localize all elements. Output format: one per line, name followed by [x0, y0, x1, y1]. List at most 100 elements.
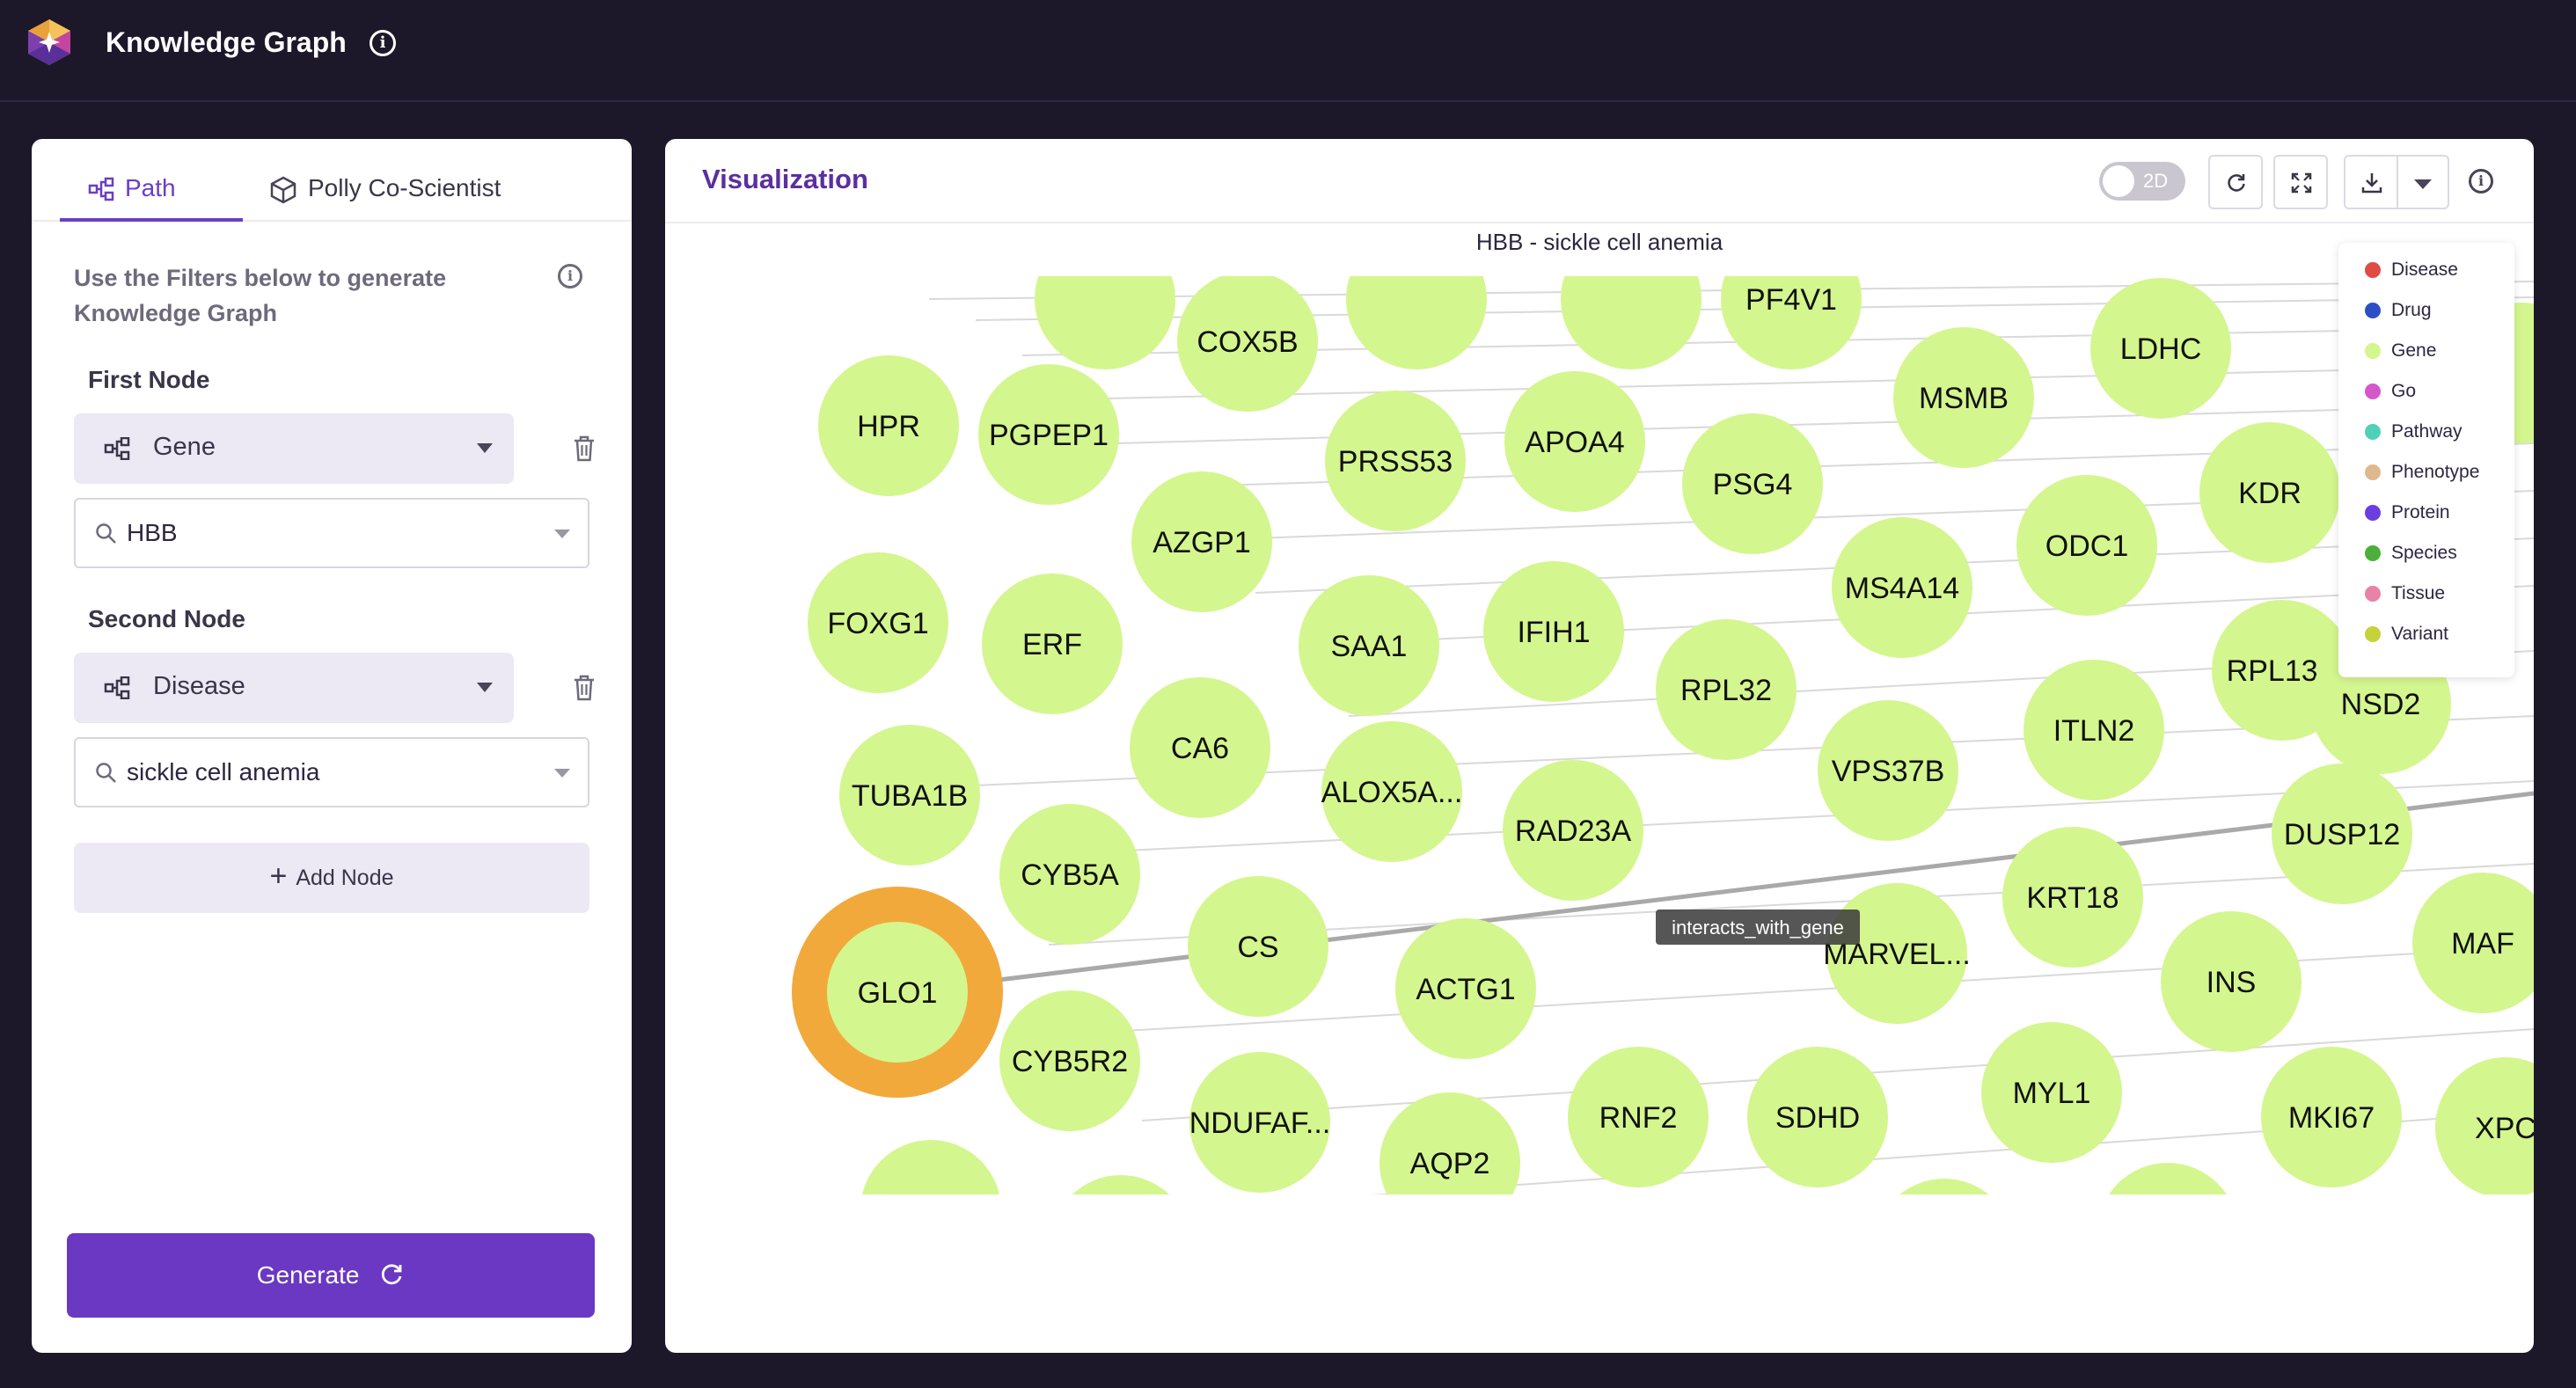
legend-label: Phenotype	[2391, 462, 2480, 482]
graph-canvas[interactable]: COX5B PF4V1 LDHC HPR PGPEP1 PRSS53 APOA4 PSG4 MS…	[665, 223, 2534, 1353]
dimension-toggle[interactable]: 2D	[2099, 162, 2185, 201]
legend-color-dot	[2365, 384, 2381, 399]
graph-node-eef1a1[interactable]: EEF1A1	[1050, 1175, 1191, 1316]
graph-node-ca6[interactable]: CA6	[1130, 677, 1270, 818]
graph-node-sdhd[interactable]: SDHD	[1747, 1047, 1888, 1187]
legend-item-drug[interactable]: Drug	[2365, 297, 2432, 324]
graph-node-label: EXA2	[1322, 1282, 1399, 1316]
graph-node-aqp2[interactable]: AQP2	[1379, 1092, 1520, 1233]
download-split-button[interactable]	[2344, 155, 2449, 209]
tab-path[interactable]: Path	[60, 174, 243, 222]
first-node-search-input[interactable]: HBB	[74, 498, 589, 568]
graph-node-alox5a[interactable]: ALOX5A...	[1321, 721, 1463, 862]
legend-item-tissue[interactable]: Tissue	[2365, 581, 2445, 607]
graph-node-glo1[interactable]: GLO1	[792, 887, 1003, 1098]
graph-node-cyb5r2[interactable]: CYB5R2	[999, 990, 1140, 1131]
legend-item-pathway[interactable]: Pathway	[2365, 419, 2463, 445]
graph-node-ins[interactable]: INS	[2161, 911, 2302, 1052]
legend-item-variant[interactable]: Variant	[2365, 621, 2448, 647]
node-type-icon	[104, 437, 130, 460]
graph-node-pf4v1[interactable]: PF4V1	[1721, 229, 1862, 369]
graph-node-nkg7[interactable]: NKG7	[2097, 1163, 2238, 1304]
graph-node-vps37b[interactable]: VPS37B	[1818, 700, 1958, 841]
graph-node-prss53[interactable]: PRSS53	[1325, 391, 1466, 531]
graph-node-maf[interactable]: MAF	[2412, 873, 2534, 1013]
chevron-down-icon[interactable]	[2414, 179, 2432, 189]
graph-node-rpl32[interactable]: RPL32	[1656, 619, 1797, 760]
legend-item-protein[interactable]: Protein	[2365, 500, 2450, 526]
legend-item-go[interactable]: Go	[2365, 378, 2416, 405]
graph-node-myl1[interactable]: MYL1	[1981, 1022, 2122, 1163]
graph-node-ms4a14[interactable]: MS4A14	[1832, 517, 1972, 658]
graph-node-krt18[interactable]: KRT18	[2002, 827, 2143, 968]
graph-node-hpr[interactable]: HPR	[818, 355, 959, 496]
legend-item-disease[interactable]: Disease	[2365, 257, 2458, 283]
plus-icon: +	[269, 859, 288, 894]
graph-node-cox5b[interactable]: COX5B	[1177, 271, 1318, 412]
graph-node-tuba1b[interactable]: TUBA1B	[839, 725, 980, 866]
graph-node-rad23a[interactable]: RAD23A	[1503, 760, 1643, 901]
graph-node-marvel[interactable]: MARVEL...	[1823, 883, 1971, 1024]
graph-node-msmb[interactable]: MSMB	[1893, 327, 2034, 468]
graph-node-mki67[interactable]: MKI67	[2261, 1047, 2402, 1187]
path-network-icon	[88, 177, 114, 201]
graph-node-actg1[interactable]: ACTG1	[1395, 918, 1536, 1059]
trash-icon[interactable]	[572, 435, 596, 463]
graph-node-circle	[1899, 1179, 1989, 1194]
graph-node-ldhc[interactable]: LDHC	[2090, 278, 2231, 419]
graph-node-label: VPS37B	[1832, 755, 1945, 788]
graph-node-hook2[interactable]: HOOK2	[1511, 1219, 1652, 1353]
cube-icon	[270, 176, 296, 204]
graph-node-ifih1[interactable]: IFIH1	[1483, 561, 1624, 702]
download-icon[interactable]	[2360, 171, 2384, 195]
graph-node[interactable]	[1561, 229, 1701, 369]
graph-node-cs[interactable]: CS	[1188, 876, 1328, 1017]
node-type-icon	[104, 676, 130, 699]
graph-node-circle	[1290, 1228, 1431, 1353]
info-circle-icon[interactable]: i	[2469, 169, 2493, 194]
legend-label: Disease	[2391, 259, 2458, 280]
first-node-type-select[interactable]: Gene	[74, 413, 514, 484]
graph-node[interactable]	[1346, 229, 1487, 369]
add-node-button[interactable]: + Add Node	[74, 843, 589, 913]
graph-node-dusp12[interactable]: DUSP12	[2272, 763, 2412, 904]
graph-node-azgp1[interactable]: AZGP1	[1131, 471, 1272, 612]
graph-node-idua[interactable]: IDUA	[2282, 1226, 2423, 1353]
legend-item-gene[interactable]: Gene	[2365, 338, 2436, 364]
graph-node-exa2[interactable]: EXA2	[1290, 1228, 1431, 1353]
visualization-title: Visualization	[702, 164, 868, 194]
graph-node-pgpep1[interactable]: PGPEP1	[978, 364, 1119, 505]
graph-node-xpc[interactable]: XPC	[2435, 1057, 2534, 1198]
legend-item-species[interactable]: Species	[2365, 540, 2457, 566]
graph-node[interactable]	[1163, 1219, 1304, 1353]
second-node-search-input[interactable]: sickle cell anemia	[74, 737, 589, 807]
graph-node-erf[interactable]: ERF	[982, 573, 1123, 714]
graph-node-odc1[interactable]: ODC1	[2016, 475, 2157, 616]
graph-node-rnf2[interactable]: RNF2	[1568, 1047, 1709, 1187]
graph-node-foxg1[interactable]: FOXG1	[808, 552, 948, 693]
info-circle-icon[interactable]: i	[370, 30, 396, 56]
graph-node-ccr7[interactable]: CCR7	[860, 1140, 1001, 1281]
graph-node-saa1[interactable]: SAA1	[1299, 575, 1439, 716]
graph-node-psg4[interactable]: PSG4	[1682, 413, 1823, 554]
graph-node-label: CYB5A	[1021, 858, 1119, 892]
graph-node-hmc[interactable]: HMC	[1696, 1216, 1837, 1353]
legend-color-dot	[2365, 303, 2381, 318]
graph-node-cyb5a[interactable]: CYB5A	[999, 804, 1140, 945]
chevron-down-icon	[477, 683, 493, 692]
tab-polly-co-scientist[interactable]: Polly Co-Scientist	[238, 174, 501, 222]
info-circle-icon[interactable]: i	[558, 264, 582, 289]
legend-item-phenotype[interactable]: Phenotype	[2365, 459, 2479, 486]
graph-node-circle	[2282, 1226, 2423, 1353]
fit-screen-button[interactable]	[2273, 155, 2328, 209]
graph-node-apoa4[interactable]: APOA4	[1504, 371, 1645, 512]
trash-icon[interactable]	[572, 674, 596, 702]
graph-node-ndufaf[interactable]: NDUFAF...	[1189, 1052, 1331, 1193]
second-node-type-select[interactable]: Disease	[74, 653, 514, 723]
graph-node-kdr[interactable]: KDR	[2199, 422, 2340, 563]
graph-node-pcnt[interactable]: PCNT	[1874, 1179, 2015, 1319]
graph-node[interactable]	[1035, 229, 1175, 369]
reset-view-button[interactable]	[2208, 155, 2263, 209]
generate-button[interactable]: Generate	[67, 1233, 595, 1318]
graph-node-itln2[interactable]: ITLN2	[2023, 660, 2164, 800]
